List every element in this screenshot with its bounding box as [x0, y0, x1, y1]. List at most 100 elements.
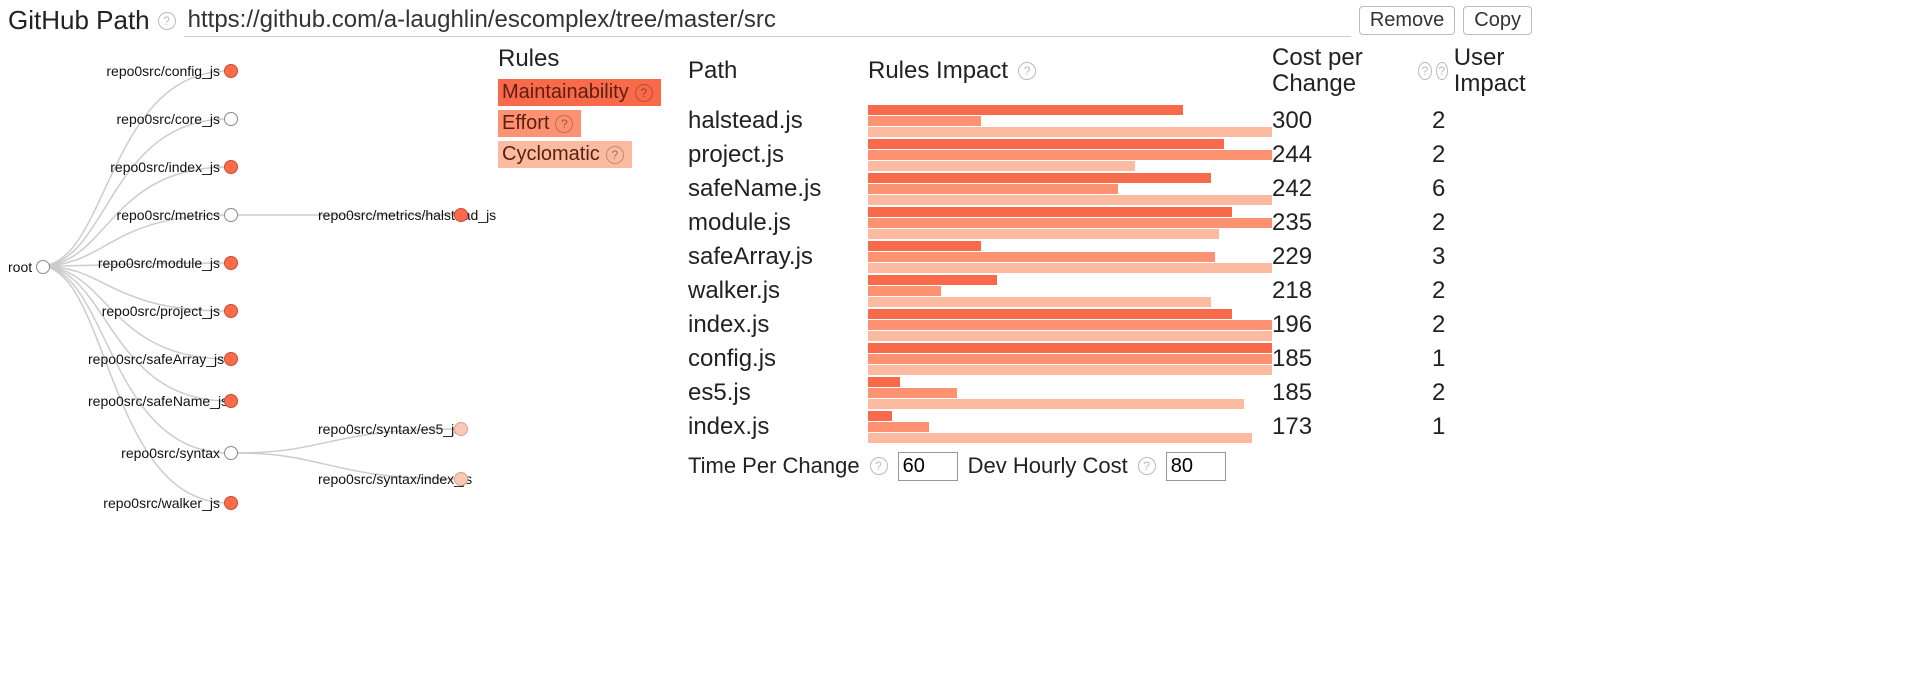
copy-button[interactable]: Copy [1463, 6, 1532, 35]
cell-bars [868, 206, 1272, 240]
cell-user: 2 [1432, 209, 1532, 237]
header-path: Path [688, 57, 737, 84]
cell-path: index.js [688, 413, 868, 441]
table-row[interactable]: es5.js1852 [688, 376, 1532, 410]
cell-bars [868, 410, 1272, 444]
help-icon[interactable]: ? [158, 12, 176, 30]
impact-bar-cyclomatic [868, 433, 1252, 443]
cell-user: 6 [1432, 175, 1532, 203]
cell-user: 2 [1432, 107, 1532, 135]
impact-bar-effort [868, 218, 1272, 228]
node-dot-icon [454, 472, 468, 486]
github-url-input[interactable] [184, 4, 1351, 37]
impact-bar-cyclomatic [868, 229, 1219, 239]
impact-bar-cyclomatic [868, 195, 1272, 205]
tree-node-sindex[interactable]: repo0src/syntax/index_js [318, 471, 468, 487]
node-dot-icon [454, 422, 468, 436]
node-dot-icon [224, 160, 238, 174]
rule-cyclomatic[interactable]: Cyclomatic? [498, 141, 632, 168]
impact-bar-effort [868, 354, 1272, 364]
time-per-change-input[interactable] [898, 452, 958, 481]
cell-path: safeArray.js [688, 243, 868, 271]
help-icon[interactable]: ? [870, 457, 888, 475]
help-icon[interactable]: ? [1418, 62, 1432, 80]
table-row[interactable]: project.js 2442 [688, 138, 1532, 172]
cell-user: 1 [1432, 413, 1532, 441]
tree-node-walker[interactable]: repo0src/walker_js [88, 495, 238, 511]
cell-bars [868, 240, 1272, 274]
node-label: repo0src/module_js [88, 255, 220, 271]
impact-bar-cyclomatic [868, 127, 1272, 137]
table-row[interactable]: halstead.js3002 [688, 104, 1532, 138]
impact-bar-effort [868, 252, 1215, 262]
impact-bar-effort [868, 184, 1118, 194]
rule-effort[interactable]: Effort? [498, 110, 581, 137]
cell-cost: 185 [1272, 345, 1432, 373]
node-label: repo0src/core_js [88, 111, 220, 127]
table-row[interactable]: safeName.js2426 [688, 172, 1532, 206]
help-icon[interactable]: ? [555, 115, 573, 133]
node-dot-icon [224, 496, 238, 510]
remove-button[interactable]: Remove [1359, 6, 1455, 35]
tree-root[interactable]: root [8, 259, 50, 275]
tree-node-core[interactable]: repo0src/core_js [88, 111, 238, 127]
impact-bar-effort [868, 320, 1272, 330]
cell-path: index.js [688, 311, 868, 339]
node-dot-icon [224, 394, 238, 408]
help-icon[interactable]: ? [1138, 457, 1156, 475]
cell-cost: 218 [1272, 277, 1432, 305]
table-row[interactable]: index.js1962 [688, 308, 1532, 342]
impact-bar-cyclomatic [868, 365, 1272, 375]
tree-node-safeName[interactable]: repo0src/safeName_js [88, 393, 238, 409]
node-label: repo0src/syntax/index_js [318, 471, 450, 487]
impact-bar-maintainability [868, 207, 1232, 217]
results-table: Path Rules Impact ? Cost per Change ? ? … [688, 45, 1532, 481]
cell-path: project.js [688, 141, 868, 169]
table-row[interactable]: walker.js2182 [688, 274, 1532, 308]
node-label: repo0src/syntax [88, 445, 220, 461]
rule-maintainability[interactable]: Maintainability? [498, 79, 661, 106]
cell-cost: 196 [1272, 311, 1432, 339]
impact-bar-effort [868, 422, 929, 432]
rules-panel: Rules Maintainability?Effort?Cyclomatic? [498, 45, 688, 172]
table-row[interactable]: safeArray.js2293 [688, 240, 1532, 274]
cell-user: 3 [1432, 243, 1532, 271]
cell-bars [868, 308, 1272, 342]
node-dot-icon [454, 208, 468, 222]
header-user: User Impact [1454, 45, 1532, 98]
help-icon[interactable]: ? [635, 84, 653, 102]
tree-node-metrics[interactable]: repo0src/metrics [88, 207, 238, 223]
impact-bar-maintainability [868, 241, 981, 251]
impact-bar-effort [868, 388, 957, 398]
tree-node-halstead[interactable]: repo0src/metrics/halstead_js [318, 207, 468, 223]
rule-label: Effort [502, 112, 549, 135]
impact-bar-maintainability [868, 377, 900, 387]
help-icon[interactable]: ? [606, 146, 624, 164]
table-row[interactable]: config.js1851 [688, 342, 1532, 376]
tree-node-syntax[interactable]: repo0src/syntax [88, 445, 238, 461]
impact-bar-effort [868, 150, 1272, 160]
table-row[interactable]: index.js1731 [688, 410, 1532, 444]
impact-bar-cyclomatic [868, 399, 1244, 409]
tree-node-config[interactable]: repo0src/config_js [88, 63, 238, 79]
table-row[interactable]: module.js2352 [688, 206, 1532, 240]
tree-node-index[interactable]: repo0src/index_js [88, 159, 238, 175]
impact-bar-effort [868, 116, 981, 126]
node-dot-icon [224, 112, 238, 126]
node-label: repo0src/config_js [88, 63, 220, 79]
tree-node-project[interactable]: repo0src/project_js [88, 303, 238, 319]
cell-cost: 244 [1272, 141, 1432, 169]
cell-user: 2 [1432, 141, 1532, 169]
node-label: repo0src/syntax/es5_js [318, 421, 450, 437]
dev-hourly-cost-label: Dev Hourly Cost [968, 453, 1128, 479]
tree-node-es5[interactable]: repo0src/syntax/es5_js [318, 421, 468, 437]
tree-node-safeArray[interactable]: repo0src/safeArray_js [88, 351, 238, 367]
tree-node-module[interactable]: repo0src/module_js [88, 255, 238, 271]
impact-bar-maintainability [868, 173, 1211, 183]
header-cost: Cost per Change [1272, 45, 1408, 98]
dev-hourly-cost-input[interactable] [1166, 452, 1226, 481]
impact-bar-cyclomatic [868, 297, 1211, 307]
help-icon[interactable]: ? [1436, 62, 1448, 80]
cell-cost: 235 [1272, 209, 1432, 237]
help-icon[interactable]: ? [1018, 62, 1036, 80]
